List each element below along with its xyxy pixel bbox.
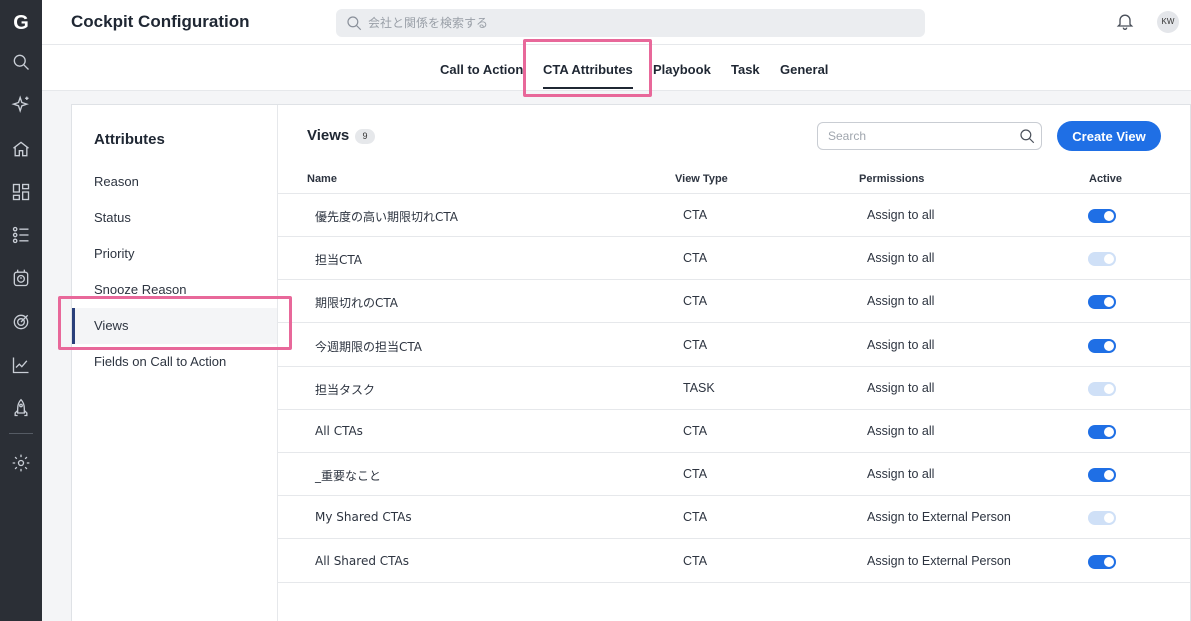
active-toggle[interactable]	[1088, 209, 1116, 223]
active-toggle[interactable]	[1088, 252, 1116, 267]
tab-playbook[interactable]: Playbook	[653, 62, 711, 77]
tab-call-to-action[interactable]: Call to Action	[440, 62, 523, 77]
table-row[interactable]: 担当タスク TASK Assign to all	[278, 367, 1190, 410]
active-toggle[interactable]	[1088, 425, 1116, 439]
views-title: Views	[307, 127, 350, 144]
permissions-cell: Assign to all	[867, 251, 935, 266]
view-type-cell: CTA	[683, 553, 708, 568]
view-type-cell: CTA	[683, 208, 708, 222]
avatar[interactable]: KW	[1157, 11, 1179, 33]
view-name-cell[interactable]: 優先度の高い期限切れCTA	[315, 208, 458, 225]
tab-highlight-box	[523, 39, 652, 97]
active-toggle[interactable]	[1088, 338, 1116, 353]
view-name-cell[interactable]: 担当タスク	[315, 381, 375, 398]
permissions-cell: Assign to all	[867, 467, 935, 482]
gear-icon[interactable]	[10, 452, 32, 474]
view-type-cell: TASK	[683, 380, 715, 395]
permissions-cell: Assign to all	[867, 208, 935, 222]
tab-general[interactable]: General	[780, 62, 828, 77]
home-icon[interactable]	[10, 138, 32, 160]
permissions-cell: Assign to External Person	[867, 553, 1011, 568]
page-title: Cockpit Configuration	[71, 12, 250, 31]
global-search-input[interactable]	[368, 9, 908, 37]
table-row[interactable]: All CTAs CTA Assign to all	[278, 410, 1190, 453]
view-name-cell[interactable]: All Shared CTAs	[315, 554, 409, 568]
sidebar-item-priority[interactable]: Priority	[72, 236, 277, 272]
create-view-button[interactable]: Create View	[1057, 121, 1161, 151]
sidebar-highlight-box	[58, 296, 292, 350]
view-name-cell[interactable]: 今週期限の担当CTA	[315, 338, 422, 355]
search-icon[interactable]	[10, 51, 32, 73]
active-toggle[interactable]	[1088, 554, 1116, 569]
rocket-icon[interactable]	[10, 397, 32, 419]
view-type-cell: CTA	[683, 510, 708, 525]
global-search[interactable]	[336, 9, 925, 37]
table-row[interactable]: 優先度の高い期限切れCTA CTA Assign to all	[278, 194, 1190, 237]
sidebar-item-status[interactable]: Status	[72, 200, 277, 236]
views-search[interactable]	[817, 122, 1042, 150]
table-header: Name View Type Permissions Active	[278, 170, 1190, 194]
attributes-sidebar: Attributes Reason Status Priority Snooze…	[72, 105, 278, 621]
view-name-cell[interactable]: My Shared CTAs	[315, 510, 412, 524]
table-row[interactable]: My Shared CTAs CTA Assign to External Pers…	[278, 496, 1190, 540]
table-row[interactable]: 今週期限の担当CTA CTA Assign to all	[278, 324, 1190, 367]
column-header-permissions[interactable]: Permissions	[859, 173, 924, 185]
rail-divider	[9, 433, 33, 434]
permissions-cell: Assign to all	[867, 424, 935, 438]
column-header-name[interactable]: Name	[307, 173, 337, 185]
left-nav-rail: G	[0, 0, 42, 621]
timeline-icon[interactable]	[10, 224, 32, 246]
sidebar-title: Attributes	[94, 131, 165, 148]
app-logo[interactable]: G	[10, 12, 32, 34]
active-toggle[interactable]	[1088, 468, 1116, 483]
view-type-cell: CTA	[683, 337, 708, 352]
view-name-cell[interactable]: 期限切れのCTA	[315, 294, 398, 311]
column-header-view-type[interactable]: View Type	[675, 173, 728, 185]
views-search-input[interactable]	[828, 123, 1008, 149]
permissions-cell: Assign to all	[867, 294, 935, 309]
view-name-cell[interactable]: All CTAs	[315, 424, 363, 438]
main-panel: Attributes Reason Status Priority Snooze…	[71, 104, 1191, 621]
search-icon[interactable]	[1018, 127, 1036, 145]
view-type-cell: CTA	[683, 467, 708, 482]
table-row[interactable]: 期限切れのCTA CTA Assign to all	[278, 280, 1190, 324]
analytics-icon[interactable]	[10, 354, 32, 376]
view-name-cell[interactable]: _重要なこと	[315, 467, 381, 484]
search-icon	[347, 16, 362, 31]
view-type-cell: CTA	[683, 294, 708, 309]
view-type-cell: CTA	[683, 424, 708, 438]
table-row[interactable]: 担当CTA CTA Assign to all	[278, 237, 1190, 281]
active-toggle[interactable]	[1088, 381, 1116, 396]
table-row[interactable]: All Shared CTAs CTA Assign to External Per…	[278, 540, 1190, 583]
target-icon[interactable]	[10, 311, 32, 333]
views-count-badge: 9	[355, 129, 375, 144]
active-toggle[interactable]	[1088, 295, 1116, 310]
tab-task[interactable]: Task	[731, 62, 760, 77]
table-row[interactable]: _重要なこと CTA Assign to all	[278, 453, 1190, 497]
view-type-cell: CTA	[683, 251, 708, 266]
sparkle-icon[interactable]	[10, 94, 32, 116]
dashboard-icon[interactable]	[10, 181, 32, 203]
notification-bell-icon[interactable]	[1115, 11, 1137, 33]
views-content: Views 9 Create View Name View Type Permi…	[278, 105, 1190, 621]
view-name-cell[interactable]: 担当CTA	[315, 251, 362, 268]
column-header-active[interactable]: Active	[1089, 173, 1122, 185]
cockpit-icon[interactable]	[10, 267, 32, 289]
active-toggle[interactable]	[1088, 511, 1116, 526]
sidebar-item-reason[interactable]: Reason	[72, 164, 277, 200]
permissions-cell: Assign to all	[867, 337, 935, 352]
permissions-cell: Assign to External Person	[867, 510, 1011, 525]
permissions-cell: Assign to all	[867, 380, 935, 395]
